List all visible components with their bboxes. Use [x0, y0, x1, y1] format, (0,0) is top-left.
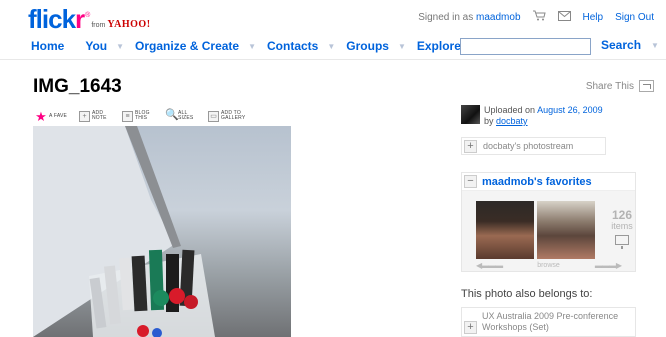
- add-to-gallery-label: ADD TO GALLERY: [221, 110, 246, 121]
- photo-actions: ★ A FAVE + ADD NOTE ≡ BLOG THIS 🔍 ALL SI…: [35, 109, 259, 123]
- fave-label: A FAVE: [49, 112, 68, 119]
- add-to-gallery-button[interactable]: ▭ ADD TO GALLERY: [208, 110, 251, 122]
- signed-in-label: Signed in as: [418, 11, 474, 23]
- all-sizes-label: ALL SIZES: [178, 110, 194, 121]
- gallery-icon: ▭: [208, 110, 219, 122]
- blog-this-label: BLOG THIS: [135, 110, 150, 121]
- blog-icon: ≡: [122, 110, 133, 122]
- belongs-to-label: This photo also belongs to:: [461, 288, 593, 300]
- all-sizes-button[interactable]: 🔍 ALL SIZES: [165, 108, 200, 122]
- logo-flick: flickr: [28, 4, 85, 34]
- arrow-left-icon[interactable]: ◀▬▬▬: [476, 261, 503, 270]
- share-this-button[interactable]: Share This: [586, 80, 654, 92]
- logo-registered: ®: [85, 12, 91, 19]
- expand-icon[interactable]: +: [464, 139, 477, 153]
- share-icon: [639, 80, 654, 92]
- photo-image: [33, 126, 215, 337]
- favorites-count-label: items: [611, 221, 633, 231]
- browse-label: browse: [537, 262, 560, 269]
- photo-title: IMG_1643: [33, 76, 122, 97]
- expand-icon[interactable]: +: [464, 321, 477, 334]
- nav-home[interactable]: Home: [31, 39, 64, 53]
- logo-from: from: [91, 22, 106, 29]
- uploaded-on-label: Uploaded on: [484, 105, 536, 115]
- add-note-button[interactable]: + ADD NOTE: [79, 110, 114, 122]
- photostream-label: docbaty's photostream: [483, 141, 574, 151]
- slideshow-icon[interactable]: [615, 235, 629, 249]
- collapse-icon[interactable]: −: [464, 175, 477, 188]
- nav-groups[interactable]: Groups ▼: [346, 39, 417, 53]
- upload-date-link[interactable]: August 26, 2009: [537, 105, 603, 115]
- add-note-icon: +: [79, 110, 90, 122]
- chevron-down-icon[interactable]: ▼: [248, 42, 256, 51]
- uploader-info: Uploaded on August 26, 2009 by docbaty: [461, 105, 603, 127]
- star-icon: ★: [35, 108, 47, 124]
- help-link[interactable]: Help: [583, 12, 604, 23]
- photostream-context[interactable]: + docbaty's photostream: [461, 137, 606, 155]
- nav-organize[interactable]: Organize & Create ▼: [135, 39, 267, 53]
- favorites-title[interactable]: maadmob's favorites: [482, 176, 592, 188]
- mail-icon[interactable]: [557, 10, 571, 24]
- magnifier-icon: 🔍: [165, 108, 179, 121]
- favorites-count-number: 126: [611, 208, 633, 222]
- search-input[interactable]: [460, 38, 591, 55]
- sign-out-link[interactable]: Sign Out: [615, 12, 654, 23]
- main-nav: Home You ▼ Organize & Create ▼ Contacts ▼ G…: [31, 38, 489, 54]
- logo-yahoo: YAHOO!: [107, 19, 151, 30]
- avatar[interactable]: [461, 105, 480, 124]
- cart-icon[interactable]: [532, 10, 546, 24]
- favorites-context: − maadmob's favorites 126 items ◀▬▬▬ bro…: [461, 172, 636, 272]
- username-link[interactable]: maadmob: [476, 12, 520, 23]
- add-note-label: ADD NOTE: [92, 110, 107, 121]
- favorite-thumbnail-prev[interactable]: [476, 201, 534, 259]
- nav-contacts[interactable]: Contacts ▼: [267, 39, 346, 53]
- favorites-count[interactable]: 126 items: [607, 208, 637, 249]
- flickr-logo[interactable]: flickr ® from YAHOO!: [28, 5, 151, 33]
- main-photo[interactable]: [33, 126, 291, 337]
- blog-this-button[interactable]: ≡ BLOG THIS: [122, 110, 157, 122]
- browse-row: ◀▬▬▬ browse ▬▬▬▶: [476, 261, 622, 270]
- fave-button[interactable]: ★ A FAVE: [35, 108, 71, 124]
- by-label: by: [484, 116, 494, 126]
- uploader-link[interactable]: docbaty: [496, 116, 528, 126]
- set-context[interactable]: + UX Australia 2009 Pre-conference Works…: [461, 307, 636, 337]
- arrow-right-icon[interactable]: ▬▬▬▶: [595, 261, 622, 270]
- chevron-down-icon[interactable]: ▼: [327, 42, 335, 51]
- chevron-down-icon[interactable]: ▼: [651, 41, 659, 50]
- search-button[interactable]: Search ▼: [601, 38, 659, 52]
- share-label: Share This: [585, 80, 634, 92]
- set-name: UX Australia 2009 Pre-conference Worksho…: [482, 311, 619, 332]
- favorites-header[interactable]: − maadmob's favorites: [462, 173, 635, 191]
- header-divider: [0, 59, 666, 60]
- chevron-down-icon[interactable]: ▼: [116, 42, 124, 51]
- favorite-thumbnail-next[interactable]: [537, 201, 595, 259]
- utility-bar: Signed in as maadmob Help Sign Out: [418, 10, 654, 24]
- nav-you[interactable]: You ▼: [85, 39, 135, 53]
- chevron-down-icon[interactable]: ▼: [398, 42, 406, 51]
